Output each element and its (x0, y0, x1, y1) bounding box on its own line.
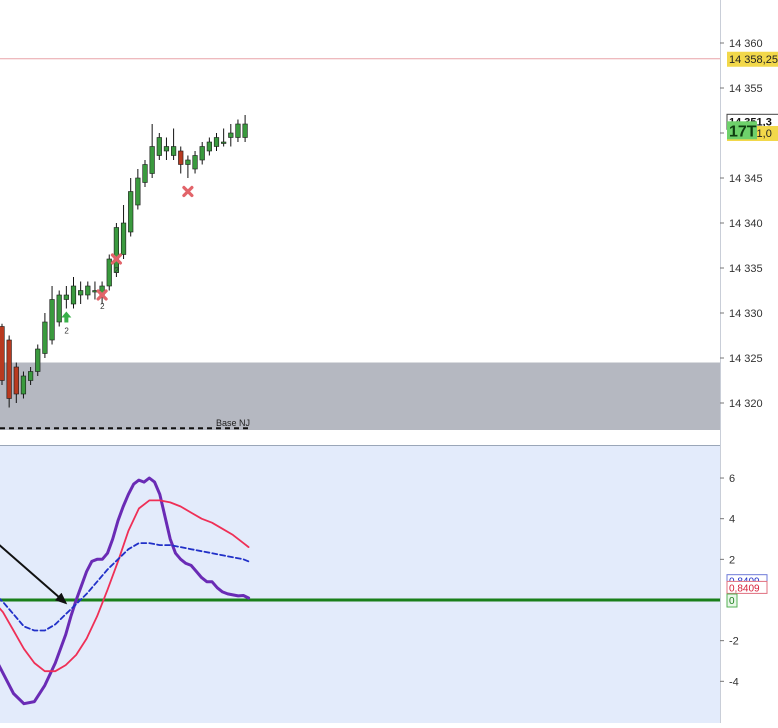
candle-body (120, 222, 127, 255)
price-badge: 17T (727, 121, 757, 140)
trading-chart-window: Base NJ222 14 36014 35514 35014 34514 34… (0, 0, 778, 723)
price-pane[interactable]: Base NJ 2 2 2 (0, 0, 778, 446)
oscillator-axis-label: -2 (729, 636, 739, 648)
candle-body (206, 141, 212, 152)
price-badge: 14 358,25 (727, 51, 778, 67)
candle-body (199, 146, 205, 161)
oscillator-axis-label: 2 (729, 554, 735, 566)
candle-body (192, 155, 198, 170)
badge-text: 17T (729, 123, 757, 140)
price-axis-label: 14 325 (729, 353, 763, 365)
price-axis-label: 14 335 (729, 263, 763, 275)
candle[interactable] (35, 344, 41, 377)
candle[interactable] (0, 323, 5, 385)
candle-body (135, 177, 141, 206)
candle-body (163, 146, 170, 152)
candle-body (56, 294, 62, 323)
badge-text: 0 (729, 596, 735, 607)
candle-body (49, 299, 55, 341)
candle-body (228, 132, 234, 138)
oscillator-pane-background (0, 446, 720, 723)
price-axis-label: 14 320 (729, 398, 763, 410)
candle[interactable] (106, 254, 112, 291)
candle-body (149, 146, 155, 174)
badge-text: 0,8409 (729, 583, 760, 594)
oscillator-pane[interactable] (0, 446, 720, 723)
candle-body (242, 123, 248, 138)
candle-body (78, 290, 84, 296)
oscillator-axis-label: 6 (729, 473, 735, 485)
marker-label: 2 (100, 302, 105, 311)
value-badge: 0,8409 (726, 580, 768, 594)
candle-body (20, 375, 27, 395)
value-badge: 0 (726, 593, 738, 608)
candle-body (128, 191, 134, 233)
candle-body (0, 326, 5, 381)
chart-canvas[interactable]: Base NJ222 14 36014 35514 35014 34514 34… (0, 0, 778, 723)
candle-body (142, 164, 148, 183)
price-axis-label: 14 330 (729, 308, 763, 320)
price-axis-label: 14 345 (729, 173, 763, 185)
candle-body (213, 137, 220, 147)
oscillator-axis-label: -4 (729, 676, 739, 688)
candle-body (221, 141, 227, 144)
candle-body (235, 123, 241, 138)
candle-body (70, 285, 77, 305)
candle-body (63, 294, 69, 300)
candle[interactable] (56, 290, 62, 327)
marker-label: 2 (114, 266, 119, 275)
zone-label: Base NJ (216, 418, 250, 428)
candle-body (171, 146, 177, 156)
base-zone[interactable] (0, 362, 720, 431)
price-axis-label: 14 360 (729, 38, 763, 50)
oscillator-axis-label: 4 (729, 514, 735, 526)
candle-body (27, 371, 34, 381)
candle-body (178, 150, 184, 165)
candle-body (35, 348, 41, 372)
price-axis-label: 14 355 (729, 83, 763, 95)
candle-body (13, 366, 19, 395)
candle[interactable] (6, 335, 12, 408)
price-axis[interactable]: 14 36014 35514 35014 34514 34014 33514 3… (720, 0, 778, 723)
candle-body (156, 137, 162, 156)
marker-label: 2 (64, 327, 69, 336)
candle-body (85, 285, 91, 296)
candle-body (185, 159, 191, 165)
price-axis-label: 14 340 (729, 218, 763, 230)
candle-body (6, 339, 12, 399)
badge-text: 14 358,25 (729, 54, 778, 66)
candle-body (42, 321, 48, 354)
